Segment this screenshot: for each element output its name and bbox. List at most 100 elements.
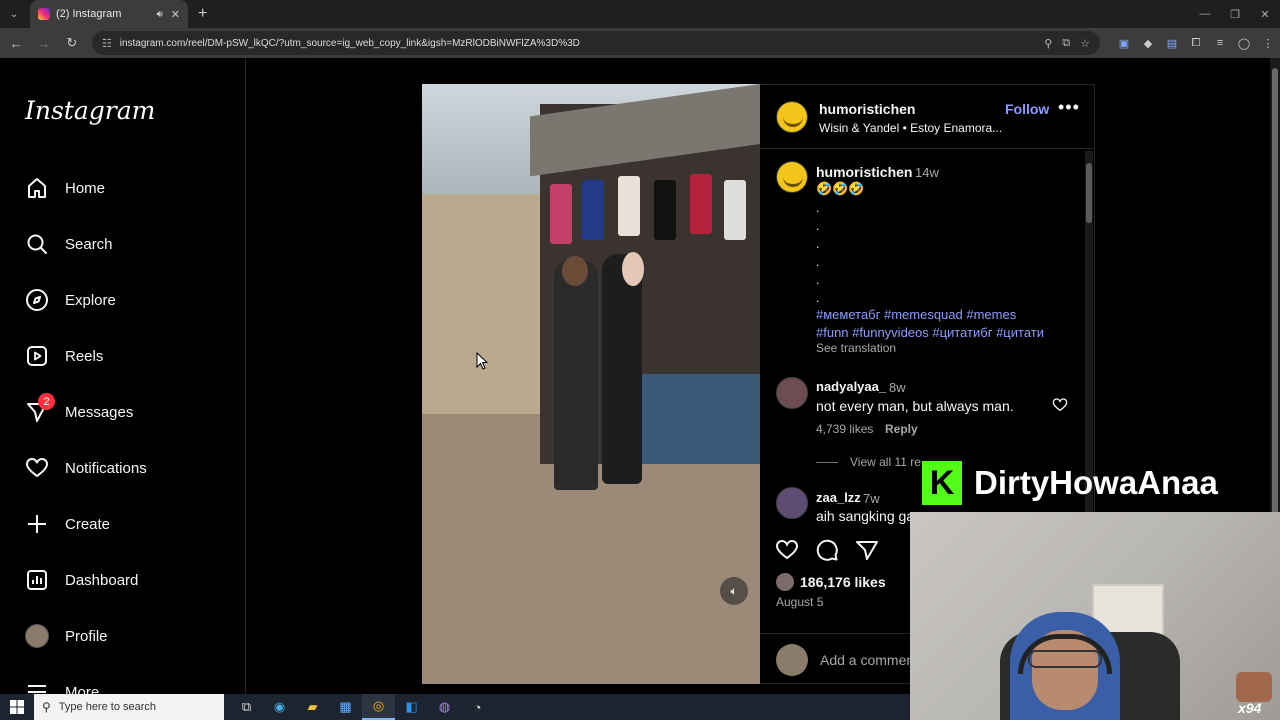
reels-icon xyxy=(24,343,50,369)
like-heart-icon[interactable] xyxy=(774,537,800,563)
video-scene-cloth xyxy=(690,174,712,234)
video-scene-cloth xyxy=(550,184,572,244)
home-icon xyxy=(24,175,50,201)
streamer-name: DirtyHowaAnaa xyxy=(974,464,1218,501)
author-username[interactable]: humoristichen xyxy=(819,101,915,117)
app-icon[interactable]: ◍ xyxy=(428,694,461,720)
taskbar-search-input[interactable]: ⚲ Type here to search xyxy=(34,694,224,720)
forward-arrow-icon[interactable]: → xyxy=(32,36,56,51)
search-icon xyxy=(24,231,50,257)
sidebar-item-dashboard[interactable]: Dashboard xyxy=(24,564,138,596)
video-scene-cloth xyxy=(654,180,676,240)
menu-icon xyxy=(24,679,50,694)
comment-likes[interactable]: 4,739 likes xyxy=(816,422,873,436)
commenter-avatar[interactable] xyxy=(776,377,808,409)
outlook-icon[interactable]: ◧ xyxy=(395,694,428,720)
post-likes-count: 186,176 likes xyxy=(800,574,886,590)
edge-icon[interactable]: ◉ xyxy=(263,694,296,720)
windows-start-icon[interactable] xyxy=(0,700,34,714)
windows-taskbar: ⚲ Type here to search ⧉ ◉ ▰ ▦ ◎ ◧ ◍ ◔ xyxy=(0,694,910,720)
sidebar-item-reels[interactable]: Reels xyxy=(24,340,103,372)
url-text[interactable]: instagram.com/reel/DM-pSW_lkQC/?utm_sour… xyxy=(120,38,1034,49)
sidebar-item-create[interactable]: Create xyxy=(24,508,110,540)
chrome-icon[interactable]: ◎ xyxy=(362,694,395,720)
install-app-icon[interactable]: ⧉ xyxy=(1062,37,1070,50)
volume-icon[interactable]: 🔈︎ xyxy=(720,577,748,605)
media-controls-icon[interactable]: ≡ xyxy=(1208,37,1232,50)
post-date: August 5 xyxy=(776,595,824,609)
post-actions xyxy=(774,537,880,563)
comment-time: 7w xyxy=(863,491,880,506)
video-scene-man-head xyxy=(562,256,588,286)
caption-username[interactable]: humoristichen xyxy=(816,164,912,180)
more-options-icon[interactable]: ••• xyxy=(1058,97,1080,118)
tab-title: (2) Instagram xyxy=(56,8,122,20)
sidebar-item-label: More xyxy=(65,683,100,695)
site-settings-icon[interactable]: ☷ xyxy=(102,37,112,50)
caption-hashtags-line2[interactable]: #funn #funnyvideos #цитатибг #цитати xyxy=(816,324,1076,342)
kick-streamer-banner: K DirtyHowaAnaa xyxy=(922,460,1272,506)
comment-time: 8w xyxy=(889,380,906,395)
view-replies-link[interactable]: View all 11 re xyxy=(816,455,921,469)
zoom-icon[interactable]: ⚲ xyxy=(1044,37,1052,50)
post-likes[interactable]: 186,176 likes xyxy=(776,573,886,591)
music-label[interactable]: Wisin & Yandel • Estoy Enamora... xyxy=(819,121,1002,135)
close-tab-icon[interactable]: ✕ xyxy=(171,8,180,21)
extension-icon[interactable]: ◆ xyxy=(1136,37,1160,50)
bookmark-star-icon[interactable]: ☆ xyxy=(1080,37,1090,50)
view-replies-label: View all 11 re xyxy=(850,455,921,469)
plus-icon xyxy=(24,511,50,537)
kick-logo: K xyxy=(922,461,962,505)
sidebar-item-messages[interactable]: 2 Messages xyxy=(24,393,133,428)
back-arrow-icon[interactable]: ← xyxy=(4,36,28,51)
file-explorer-icon[interactable]: ▰ xyxy=(296,694,329,720)
caption-dot: . xyxy=(816,291,820,305)
comment-username[interactable]: zaa_lzz xyxy=(816,490,861,505)
sidebar-item-profile[interactable]: Profile xyxy=(24,620,108,652)
caption-dot: . xyxy=(816,219,820,233)
see-translation-link[interactable]: See translation xyxy=(816,341,896,355)
reload-icon[interactable]: ↻ xyxy=(60,35,84,51)
translate-extension-icon[interactable]: ▣ xyxy=(1112,37,1136,50)
dashboard-icon xyxy=(24,567,50,593)
instagram-logo[interactable]: Instagram xyxy=(25,96,155,125)
speaker-icon[interactable]: 🔊︎ xyxy=(156,9,162,20)
reel-video[interactable]: 🔈︎ xyxy=(422,84,760,684)
author-avatar[interactable] xyxy=(776,101,808,133)
caption-avatar[interactable] xyxy=(776,161,808,193)
kebab-menu-icon[interactable]: ⋮ xyxy=(1256,37,1280,50)
commenter-avatar[interactable] xyxy=(776,487,808,519)
sidebar-item-search[interactable]: Search xyxy=(24,228,113,260)
comment-reply-button[interactable]: Reply xyxy=(885,422,918,436)
extension-icon-2[interactable]: ▤ xyxy=(1160,37,1184,50)
share-send-icon[interactable] xyxy=(854,537,880,563)
window-close-icon[interactable]: ✕ xyxy=(1250,0,1280,28)
tab-search-chevron-icon[interactable]: ⌄ xyxy=(0,0,28,28)
caption-hashtags-line1[interactable]: #меметабг #memesquad #memes xyxy=(816,306,1076,324)
profile-icon[interactable]: ◯ xyxy=(1232,37,1256,50)
video-scene-cloth xyxy=(582,180,604,240)
sidebar-item-explore[interactable]: Explore xyxy=(24,284,116,316)
new-tab-plus-icon[interactable]: + xyxy=(198,5,207,23)
address-bar-row: ← → ↻ ☷ instagram.com/reel/DM-pSW_lkQC/?… xyxy=(0,28,1280,58)
sidebar-item-label: Reels xyxy=(65,347,104,365)
sidebar-item-notifications[interactable]: Notifications xyxy=(24,452,147,484)
compass-icon xyxy=(24,287,50,313)
sidebar-item-more[interactable]: More xyxy=(24,676,99,694)
follow-button[interactable]: Follow xyxy=(1005,101,1049,117)
task-view-icon[interactable]: ⧉ xyxy=(230,694,263,720)
app-icon-2[interactable]: ◔ xyxy=(461,694,494,720)
store-icon[interactable]: ▦ xyxy=(329,694,362,720)
video-scene-cloth xyxy=(724,180,746,240)
comment-like-heart-icon[interactable] xyxy=(1052,397,1068,413)
add-comment-input[interactable]: Add a commen xyxy=(820,652,914,668)
sidebar-item-home[interactable]: Home xyxy=(24,172,105,204)
scrollbar-thumb[interactable] xyxy=(1086,163,1092,223)
puzzle-extensions-icon[interactable]: ⧠ xyxy=(1184,37,1208,50)
comment-bubble-icon[interactable] xyxy=(814,537,840,563)
url-omnibox[interactable]: ☷ instagram.com/reel/DM-pSW_lkQC/?utm_so… xyxy=(91,31,1100,55)
restore-icon[interactable]: ❐ xyxy=(1220,0,1250,28)
comment-username[interactable]: nadyalyaa_ xyxy=(816,379,886,394)
minimize-icon[interactable]: — xyxy=(1190,0,1220,28)
browser-tab[interactable]: (2) Instagram 🔊︎ ✕ xyxy=(30,0,188,28)
